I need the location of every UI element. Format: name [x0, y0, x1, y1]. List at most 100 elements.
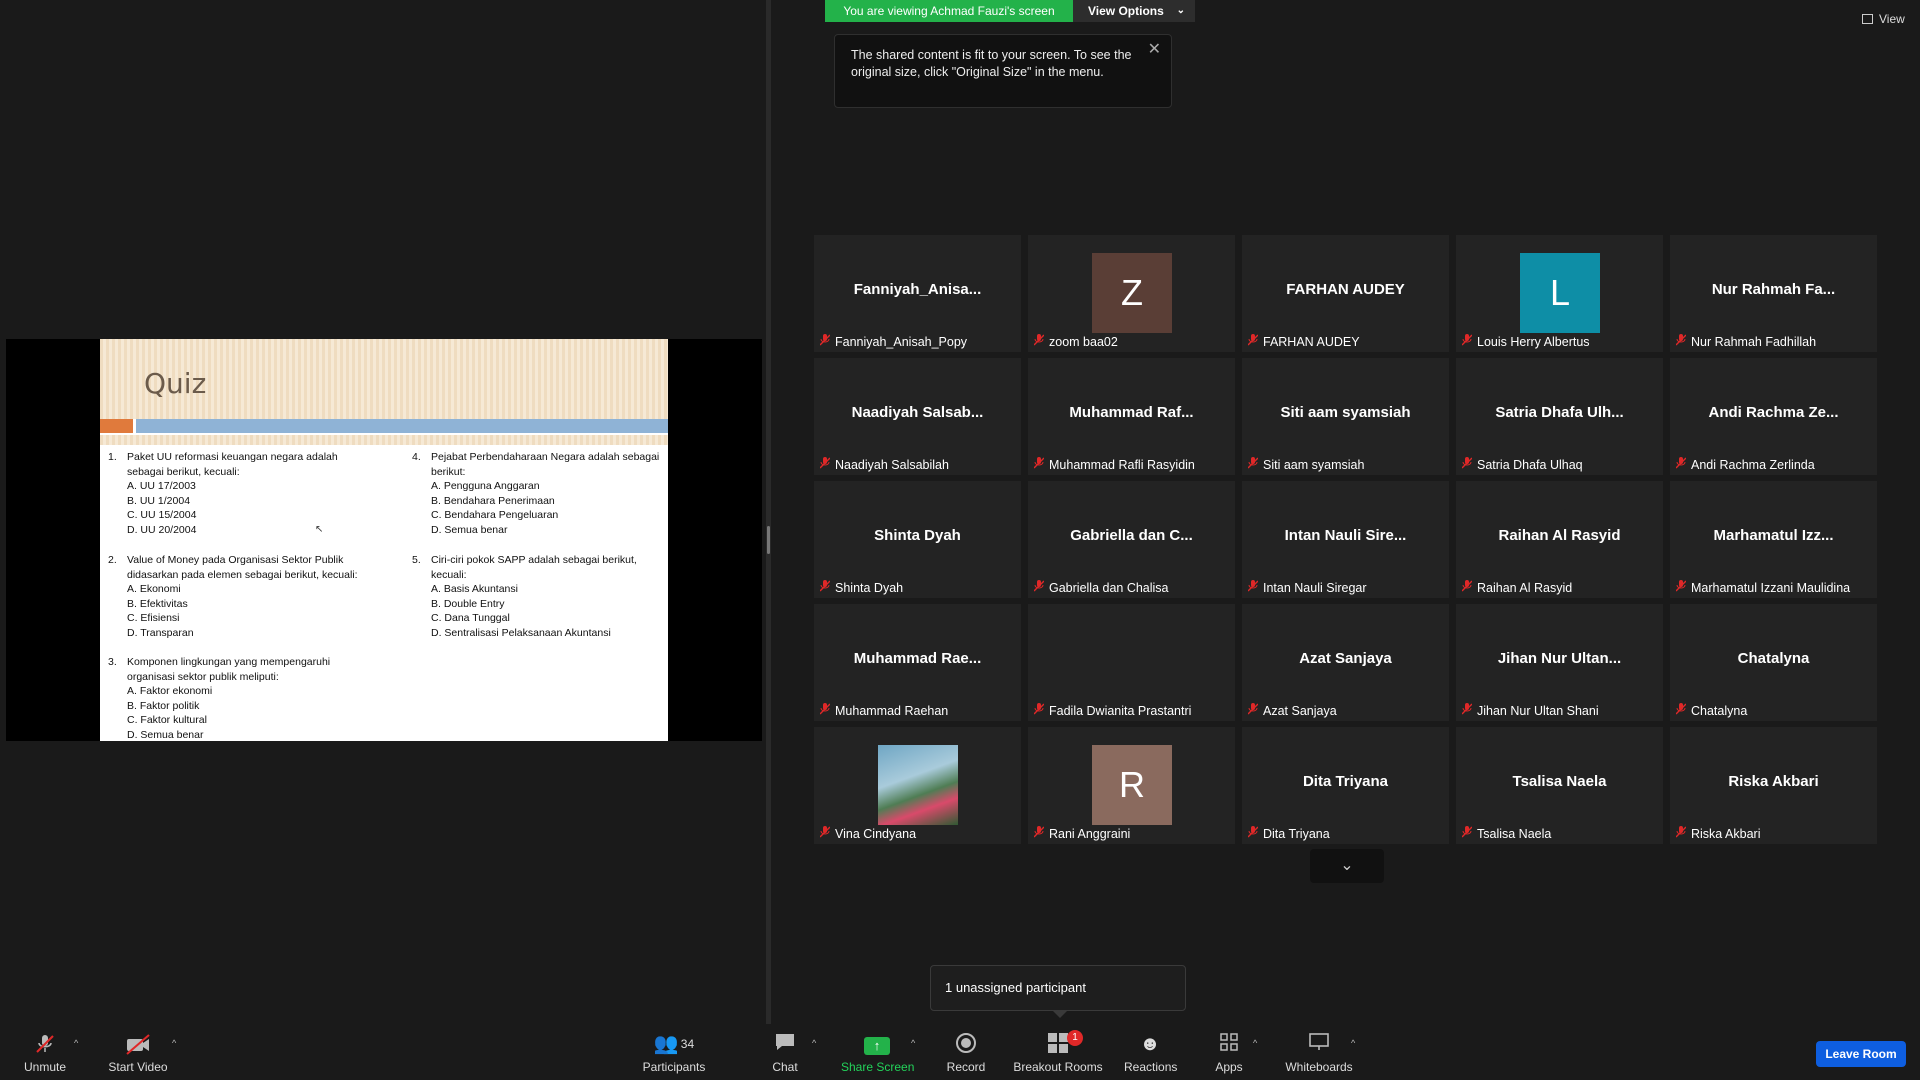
muted-mic-icon [1675, 703, 1687, 718]
muted-mic-icon [1675, 826, 1687, 841]
participant-name-label: zoom baa02 [1033, 334, 1118, 349]
unassigned-participant-notice[interactable]: 1 unassigned participant [930, 965, 1186, 1018]
participant-name-label: Riska Akbari [1675, 826, 1761, 841]
start-video-button[interactable]: Start Video [106, 1032, 170, 1074]
participant-tile[interactable]: R Rani Anggraini [1028, 727, 1235, 844]
participant-tile[interactable]: Siti aam syamsiah Siti aam syamsiah [1242, 358, 1449, 475]
view-button-label: View [1879, 12, 1905, 26]
participant-tile[interactable]: Marhamatul Izz... Marhamatul Izzani Mauli… [1670, 481, 1877, 598]
participant-tile[interactable]: Muhammad Rae... Muhammad Raehan [814, 604, 1021, 721]
whiteboards-options-caret-icon[interactable]: ^ [1351, 1038, 1355, 1048]
muted-microphone-icon [22, 1032, 68, 1056]
muted-mic-icon [1247, 457, 1259, 472]
participant-name: Dita Triyana [1263, 827, 1330, 841]
participant-tile[interactable]: Muhammad Raf... Muhammad Rafli Rasyidin [1028, 358, 1235, 475]
record-button[interactable]: Record [946, 1032, 986, 1074]
participant-name: Riska Akbari [1691, 827, 1761, 841]
slide-stripe [100, 435, 668, 445]
participant-name: Marhamatul Izzani Maulidina [1691, 581, 1851, 595]
participant-tile[interactable]: FARHAN AUDEY FARHAN AUDEY [1242, 235, 1449, 352]
participant-tile[interactable]: Vina Cindyana [814, 727, 1021, 844]
apps-icon [1214, 1032, 1244, 1056]
slide-accent-blue [136, 419, 668, 433]
close-icon[interactable]: ✕ [1148, 41, 1161, 58]
participant-name-label: Vina Cindyana [819, 826, 916, 841]
participant-name: Azat Sanjaya [1263, 704, 1337, 718]
participant-name: Rani Anggraini [1049, 827, 1131, 841]
participant-tile[interactable]: Satria Dhafa Ulh... Satria Dhafa Ulhaq [1456, 358, 1663, 475]
participant-name: Gabriella dan Chalisa [1049, 581, 1169, 595]
quiz-question-3: 3. Komponen lingkungan yang mempengaruhi… [108, 656, 331, 741]
avatar: L [1520, 253, 1600, 333]
reactions-label: Reactions [1124, 1060, 1178, 1074]
participant-tile[interactable]: Naadiyah Salsab... Naadiyah Salsabilah [814, 358, 1021, 475]
muted-mic-icon [1033, 580, 1045, 595]
participant-name-label: Gabriella dan Chalisa [1033, 580, 1169, 595]
whiteboards-label: Whiteboards [1285, 1060, 1353, 1074]
participant-name: Jihan Nur Ultan Shani [1477, 704, 1599, 718]
gallery-next-page-button[interactable]: ⌄ [1310, 849, 1384, 883]
participant-name: Nur Rahmah Fadhillah [1691, 335, 1817, 349]
participant-display-name: Azat Sanjaya [1299, 650, 1392, 667]
apps-button[interactable]: Apps [1214, 1032, 1244, 1074]
view-button[interactable]: View [1862, 12, 1905, 26]
participant-tile[interactable]: Andi Rachma Ze... Andi Rachma Zerlinda [1670, 358, 1877, 475]
participant-tile[interactable]: Chatalyna Chatalyna [1670, 604, 1877, 721]
view-options-button[interactable]: View Options ⌄ [1073, 0, 1195, 22]
participant-display-name: Dita Triyana [1302, 773, 1389, 790]
participant-tile[interactable]: Jihan Nur Ultan... Jihan Nur Ultan Shani [1456, 604, 1663, 721]
avatar: Z [1092, 253, 1172, 333]
whiteboards-button[interactable]: Whiteboards [1284, 1032, 1354, 1074]
participant-name: FARHAN AUDEY [1263, 335, 1360, 349]
participant-tile[interactable]: Azat Sanjaya Azat Sanjaya [1242, 604, 1449, 721]
participant-tile[interactable]: Zzoom baa02 [1028, 235, 1235, 352]
participant-tile[interactable]: Raihan Al Rasyid Raihan Al Rasyid [1456, 481, 1663, 598]
breakout-rooms-button[interactable]: 1 Breakout Rooms [1013, 1030, 1103, 1074]
audio-options-caret-icon[interactable]: ^ [74, 1038, 78, 1048]
chat-button[interactable]: Chat [770, 1032, 800, 1074]
participant-tile[interactable]: Intan Nauli Sire... Intan Nauli Siregar [1242, 481, 1449, 598]
participants-button[interactable]: 👥 34 Participants [641, 1032, 707, 1074]
participant-tile[interactable]: Gabriella dan C... Gabriella dan Chalisa [1028, 481, 1235, 598]
reactions-button[interactable]: ☻ Reactions [1124, 1032, 1178, 1074]
participant-tile[interactable]: Dita Triyana Dita Triyana [1242, 727, 1449, 844]
participant-tile[interactable]: L Louis Herry Albertus [1456, 235, 1663, 352]
apps-options-caret-icon[interactable]: ^ [1253, 1038, 1257, 1048]
participant-tile[interactable]: Nur Rahmah Fa... Nur Rahmah Fadhillah [1670, 235, 1877, 352]
share-screen-button[interactable]: ↑ Share Screen [841, 1032, 914, 1074]
share-options-caret-icon[interactable]: ^ [911, 1038, 915, 1048]
participant-display-name: Nur Rahmah Fa... [1711, 281, 1836, 298]
chat-options-caret-icon[interactable]: ^ [812, 1038, 816, 1048]
video-options-caret-icon[interactable]: ^ [172, 1038, 176, 1048]
participant-name: Muhammad Raehan [835, 704, 949, 718]
grid-view-icon [1862, 14, 1873, 24]
participant-name-label: Muhammad Raehan [819, 703, 949, 718]
participant-name-label: Tsalisa Naela [1461, 826, 1551, 841]
participant-tile[interactable]: Shinta Dyah Shinta Dyah [814, 481, 1021, 598]
muted-mic-icon [1675, 457, 1687, 472]
muted-mic-icon [1461, 703, 1473, 718]
leave-room-button[interactable]: Leave Room [1816, 1041, 1906, 1067]
participant-display-name: Muhammad Rae... [853, 650, 982, 667]
participant-tile[interactable]: Fadila Dwianita Prastantri [1028, 604, 1235, 721]
participant-display-name: Raihan Al Rasyid [1498, 527, 1621, 544]
quiz-question-1: 1. Paket UU reformasi keuangan negara ad… [108, 451, 338, 536]
participant-name-label: Dita Triyana [1247, 826, 1330, 841]
split-divider[interactable] [766, 0, 771, 1024]
participant-tile[interactable]: Tsalisa Naela Tsalisa Naela [1456, 727, 1663, 844]
muted-mic-icon [1461, 826, 1473, 841]
video-off-icon [106, 1032, 170, 1056]
muted-mic-icon [1461, 334, 1473, 349]
participant-name-label: Chatalyna [1675, 703, 1747, 718]
unmute-button[interactable]: Unmute [22, 1032, 68, 1074]
slide-title: Quiz [144, 367, 207, 400]
participant-name: Fanniyah_Anisah_Popy [835, 335, 968, 349]
participant-display-name: Muhammad Raf... [1069, 404, 1194, 421]
split-drag-handle[interactable] [767, 526, 770, 554]
participant-name-label: Naadiyah Salsabilah [819, 457, 949, 472]
participant-tile[interactable]: Riska Akbari Riska Akbari [1670, 727, 1877, 844]
participant-name-label: Rani Anggraini [1033, 826, 1131, 841]
participant-name-label: Siti aam syamsiah [1247, 457, 1364, 472]
participant-tile[interactable]: Fanniyah_Anisa... Fanniyah_Anisah_Popy [814, 235, 1021, 352]
quiz-question-4: 4. Pejabat Perbendaharaan Negara adalah … [412, 451, 660, 536]
